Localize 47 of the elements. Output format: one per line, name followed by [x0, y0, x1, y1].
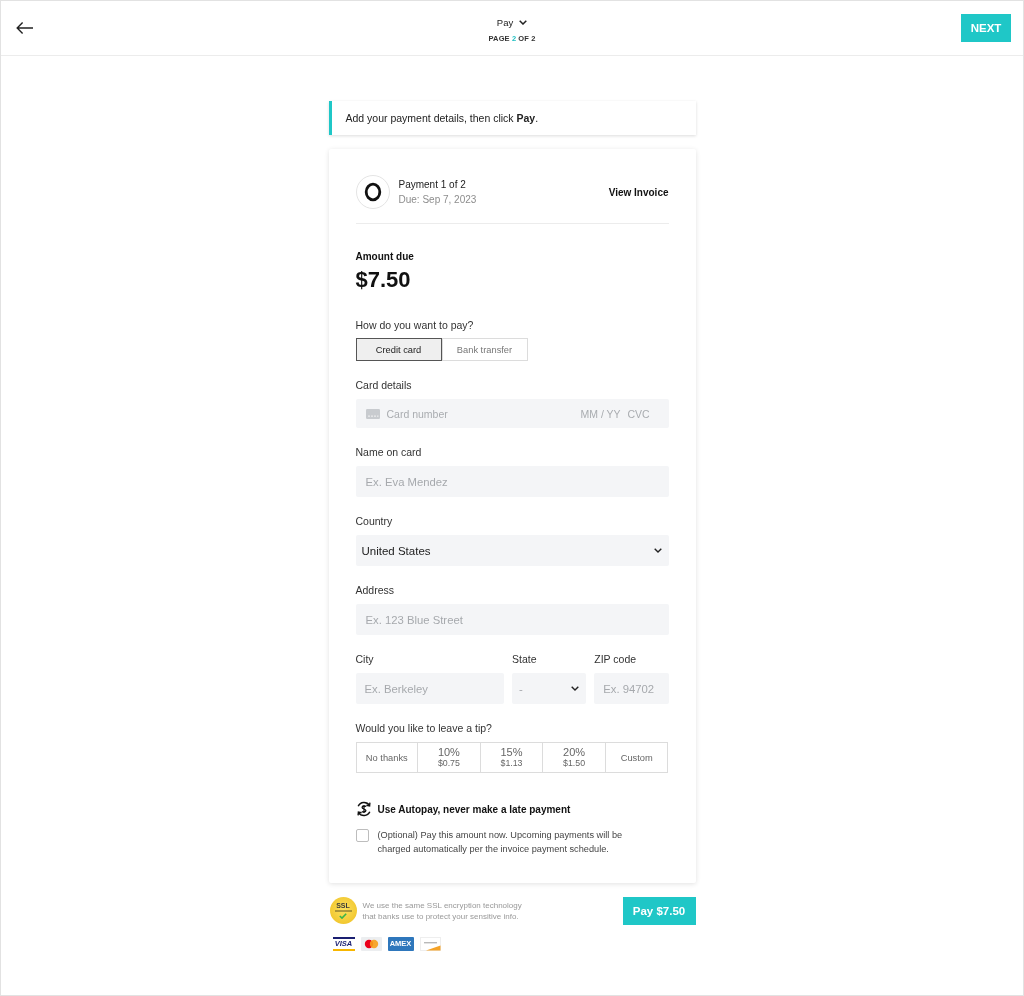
- arrow-left-icon: [16, 22, 33, 34]
- chevron-down-icon: [519, 20, 528, 25]
- card-details-field[interactable]: Card number MM / YY CVC: [355, 399, 669, 428]
- field-label: Would you like to leave a tip?: [355, 721, 493, 735]
- field-label: State: [512, 652, 538, 666]
- card-brand-icon: [360, 937, 382, 951]
- text-input[interactable]: Ex. 94702: [594, 673, 669, 704]
- field-label: City: [355, 652, 375, 666]
- tip-option[interactable]: No thanks: [355, 742, 419, 773]
- view-invoice-link[interactable]: View Invoice: [608, 186, 669, 198]
- due-date: Due: Sep 7, 2023: [398, 193, 477, 207]
- dollar-cycle-icon: [355, 801, 372, 817]
- select-field[interactable]: United States: [355, 535, 669, 566]
- autopay-consent-text: (Optional) Pay this amount now. Upcoming payments will be charged automatically per the invoice payment schedule.: [377, 829, 624, 856]
- tip-option[interactable]: 15% $1.13: [480, 742, 544, 773]
- field-label: Country: [355, 514, 394, 528]
- tip-option[interactable]: 20% $1.50: [543, 742, 606, 773]
- amount-label: Amount due: [355, 250, 415, 264]
- expiry-input[interactable]: MM / YY: [580, 407, 622, 420]
- cvc-input[interactable]: CVC: [627, 407, 651, 420]
- security-note: We use the same SSL encryption technology that banks use to protect your sensitive info.: [362, 899, 523, 922]
- autopay-title: Use Autopay, never make a late payment: [377, 803, 571, 815]
- text-input[interactable]: Ex. Eva Mendez: [355, 466, 669, 497]
- tip-option[interactable]: Custom: [605, 742, 669, 773]
- text-input[interactable]: Ex. 123 Blue Street: [355, 604, 669, 635]
- card-number-input[interactable]: Card number: [386, 407, 581, 420]
- field-label: ZIP code: [594, 652, 638, 666]
- text-input[interactable]: Ex. Berkeley: [355, 673, 504, 704]
- payment-method-tab[interactable]: Bank transfer: [441, 338, 528, 361]
- tip-option[interactable]: 10% $0.75: [418, 742, 481, 773]
- field-label: Card details: [355, 378, 413, 392]
- field-label: How do you want to pay?: [355, 318, 475, 332]
- checkbox[interactable]: [355, 829, 369, 842]
- card-brand-icon: [419, 937, 441, 951]
- field-label: Name on card: [355, 445, 423, 459]
- ring-logo-icon: [355, 175, 390, 209]
- page-title-dropdown[interactable]: Pay: [496, 16, 528, 29]
- payment-method-tab[interactable]: Credit card: [355, 338, 442, 361]
- chevron-down-icon: [571, 686, 580, 691]
- amount-value: $7.50: [355, 267, 412, 293]
- chevron-down-icon: [653, 548, 662, 553]
- payment-title: Payment 1 of 2: [398, 178, 467, 192]
- credit-card-icon: [365, 408, 380, 419]
- notice-banner: Add your payment details, then click Pay.: [328, 101, 696, 135]
- check-icon: [339, 913, 347, 919]
- back-button[interactable]: [16, 22, 33, 34]
- field-label: Address: [355, 583, 396, 597]
